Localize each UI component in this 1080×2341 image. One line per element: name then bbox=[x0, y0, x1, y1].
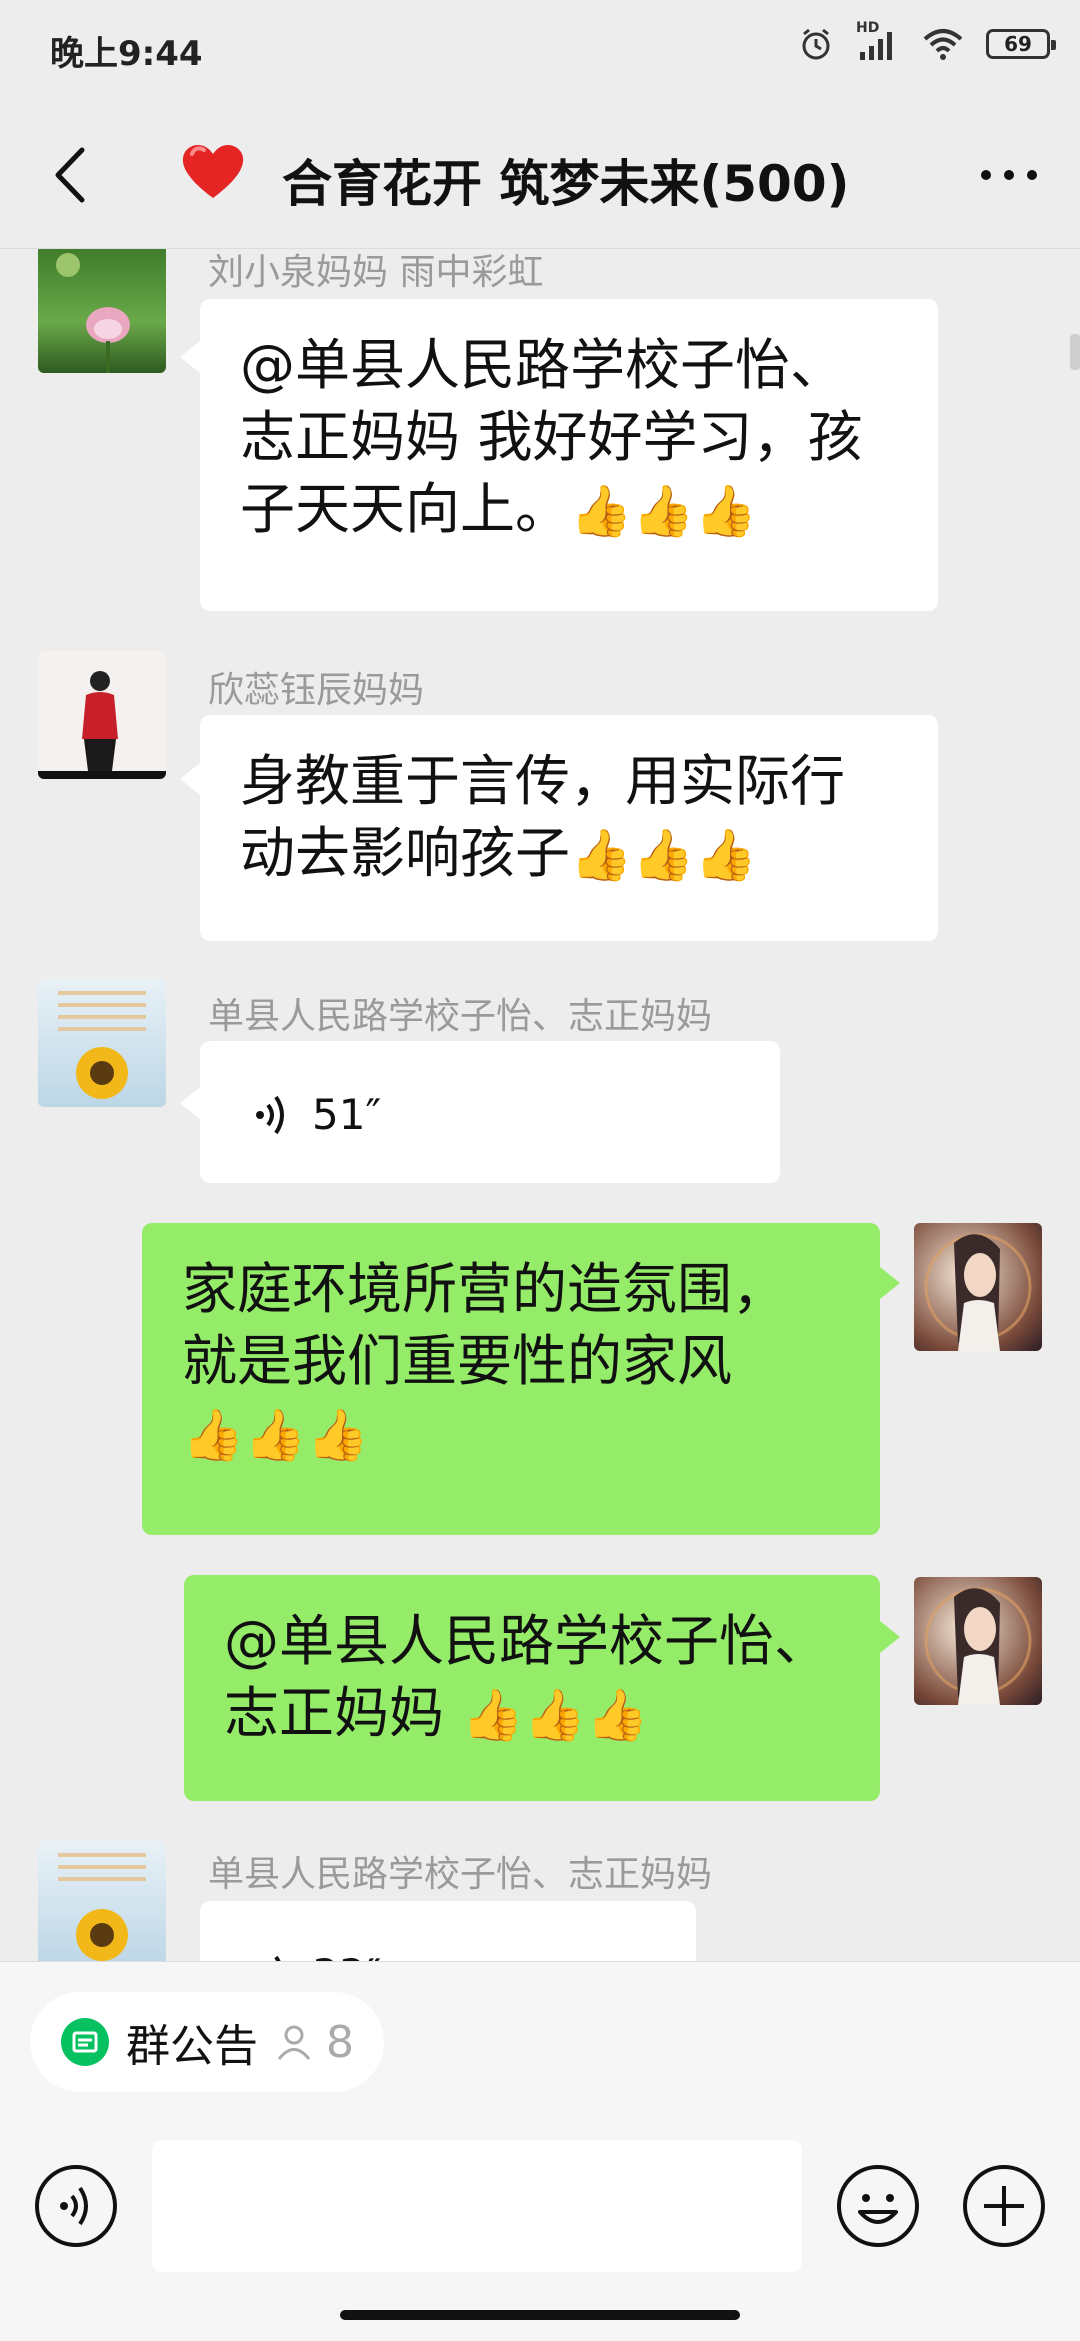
heart-emoji-icon bbox=[182, 144, 244, 198]
sunflower-icon bbox=[58, 1853, 146, 1961]
message-list[interactable]: 刘小泉妈妈 雨中彩虹 @单县人民路学校子怡、志正妈妈 我好好学习，孩子天天向上。… bbox=[0, 249, 1080, 1961]
lotus-flower-icon bbox=[56, 253, 130, 373]
message-bubble[interactable]: 身教重于言传，用实际行动去影响孩子👍👍👍 bbox=[200, 715, 938, 941]
thumbs-up-emoji: 👍👍👍 bbox=[461, 1686, 649, 1744]
message-text: 家庭环境所营的造氛围，就是我们重要性的家风 bbox=[182, 1257, 788, 1393]
notice-label: 群公告 bbox=[126, 2021, 258, 2072]
message-bubble[interactable]: @单县人民路学校子怡、志正妈妈 我好好学习，孩子天天向上。👍👍👍 bbox=[200, 299, 938, 611]
scrollbar[interactable] bbox=[1070, 334, 1080, 370]
voice-message-bubble[interactable]: 51″ bbox=[200, 1041, 780, 1183]
person-icon bbox=[277, 2025, 311, 2060]
bubble-tail bbox=[880, 1621, 900, 1653]
sunflower-icon bbox=[58, 991, 146, 1099]
voice-wave-icon bbox=[274, 1955, 281, 1961]
bubble-tail bbox=[880, 1267, 900, 1299]
back-arrow-icon[interactable] bbox=[36, 140, 106, 210]
voice-duration: 33″ bbox=[312, 1939, 381, 1961]
notice-icon bbox=[61, 2018, 109, 2066]
sender-name: 单县人民路学校子怡、志正妈妈 bbox=[208, 1854, 713, 1895]
avatar-self-girl[interactable] bbox=[914, 1577, 1042, 1705]
alarm-icon bbox=[802, 28, 830, 60]
voice-duration: 51″ bbox=[312, 1090, 382, 1139]
message-bubble-self[interactable]: @单县人民路学校子怡、志正妈妈 👍👍👍 bbox=[184, 1575, 880, 1801]
bubble-tail bbox=[180, 763, 200, 795]
wifi-icon bbox=[923, 29, 963, 60]
avatar-sunflower[interactable] bbox=[38, 979, 166, 1107]
chat-title: 合育花开 筑梦未来(500) bbox=[282, 155, 850, 213]
avatar-self-girl[interactable] bbox=[914, 1223, 1042, 1351]
avatar-lotus[interactable] bbox=[38, 249, 166, 373]
thumbs-up-emoji: 👍👍👍 bbox=[182, 1406, 369, 1464]
signal-icon: HD bbox=[856, 20, 900, 62]
battery-icon: 69 bbox=[986, 29, 1056, 59]
sender-name: 单县人民路学校子怡、志正妈妈 bbox=[208, 996, 713, 1037]
person-figure-icon bbox=[38, 671, 166, 779]
bottom-panel: 群公告 8 bbox=[0, 1961, 1080, 2341]
message-input[interactable] bbox=[152, 2140, 802, 2272]
voice-wave-icon bbox=[256, 1095, 284, 1135]
status-time: 晚上9:44 bbox=[50, 34, 203, 74]
sender-name: 刘小泉妈妈 雨中彩虹 bbox=[208, 252, 544, 293]
home-indicator[interactable] bbox=[340, 2310, 740, 2320]
emoji-icon[interactable] bbox=[836, 2164, 920, 2248]
network-type: HD bbox=[856, 20, 880, 36]
bubble-tail bbox=[180, 1087, 200, 1119]
illustrated-girl-icon bbox=[924, 1233, 1032, 1351]
voice-input-icon[interactable] bbox=[34, 2164, 118, 2248]
illustrated-girl-icon bbox=[924, 1587, 1032, 1705]
status-icons: HD 69 bbox=[798, 20, 1056, 62]
more-options-icon[interactable] bbox=[974, 150, 1044, 200]
message-bubble-self[interactable]: 家庭环境所营的造氛围，就是我们重要性的家风 👍👍👍 bbox=[142, 1223, 880, 1535]
chat-header: 合育花开 筑梦未来(500) bbox=[0, 100, 1080, 249]
sender-name: 欣蕊钰辰妈妈 bbox=[208, 670, 425, 711]
thumbs-up-emoji: 👍👍👍 bbox=[570, 482, 757, 540]
status-bar: 晚上9:44 HD 69 bbox=[0, 0, 1080, 100]
notice-count: 8 bbox=[326, 2016, 354, 2068]
thumbs-up-emoji: 👍👍👍 bbox=[570, 826, 757, 884]
group-notice-button[interactable]: 群公告 8 bbox=[30, 1992, 384, 2092]
avatar-woman-red[interactable] bbox=[38, 651, 166, 779]
bubble-tail bbox=[180, 341, 200, 373]
message-text: @单县人民路学校子怡、志正妈妈 我好好学习，孩子天天向上。 bbox=[240, 333, 863, 541]
plus-icon[interactable] bbox=[962, 2164, 1046, 2248]
voice-message-bubble[interactable]: 33″ bbox=[200, 1901, 696, 1961]
avatar-sunflower[interactable] bbox=[38, 1841, 166, 1961]
